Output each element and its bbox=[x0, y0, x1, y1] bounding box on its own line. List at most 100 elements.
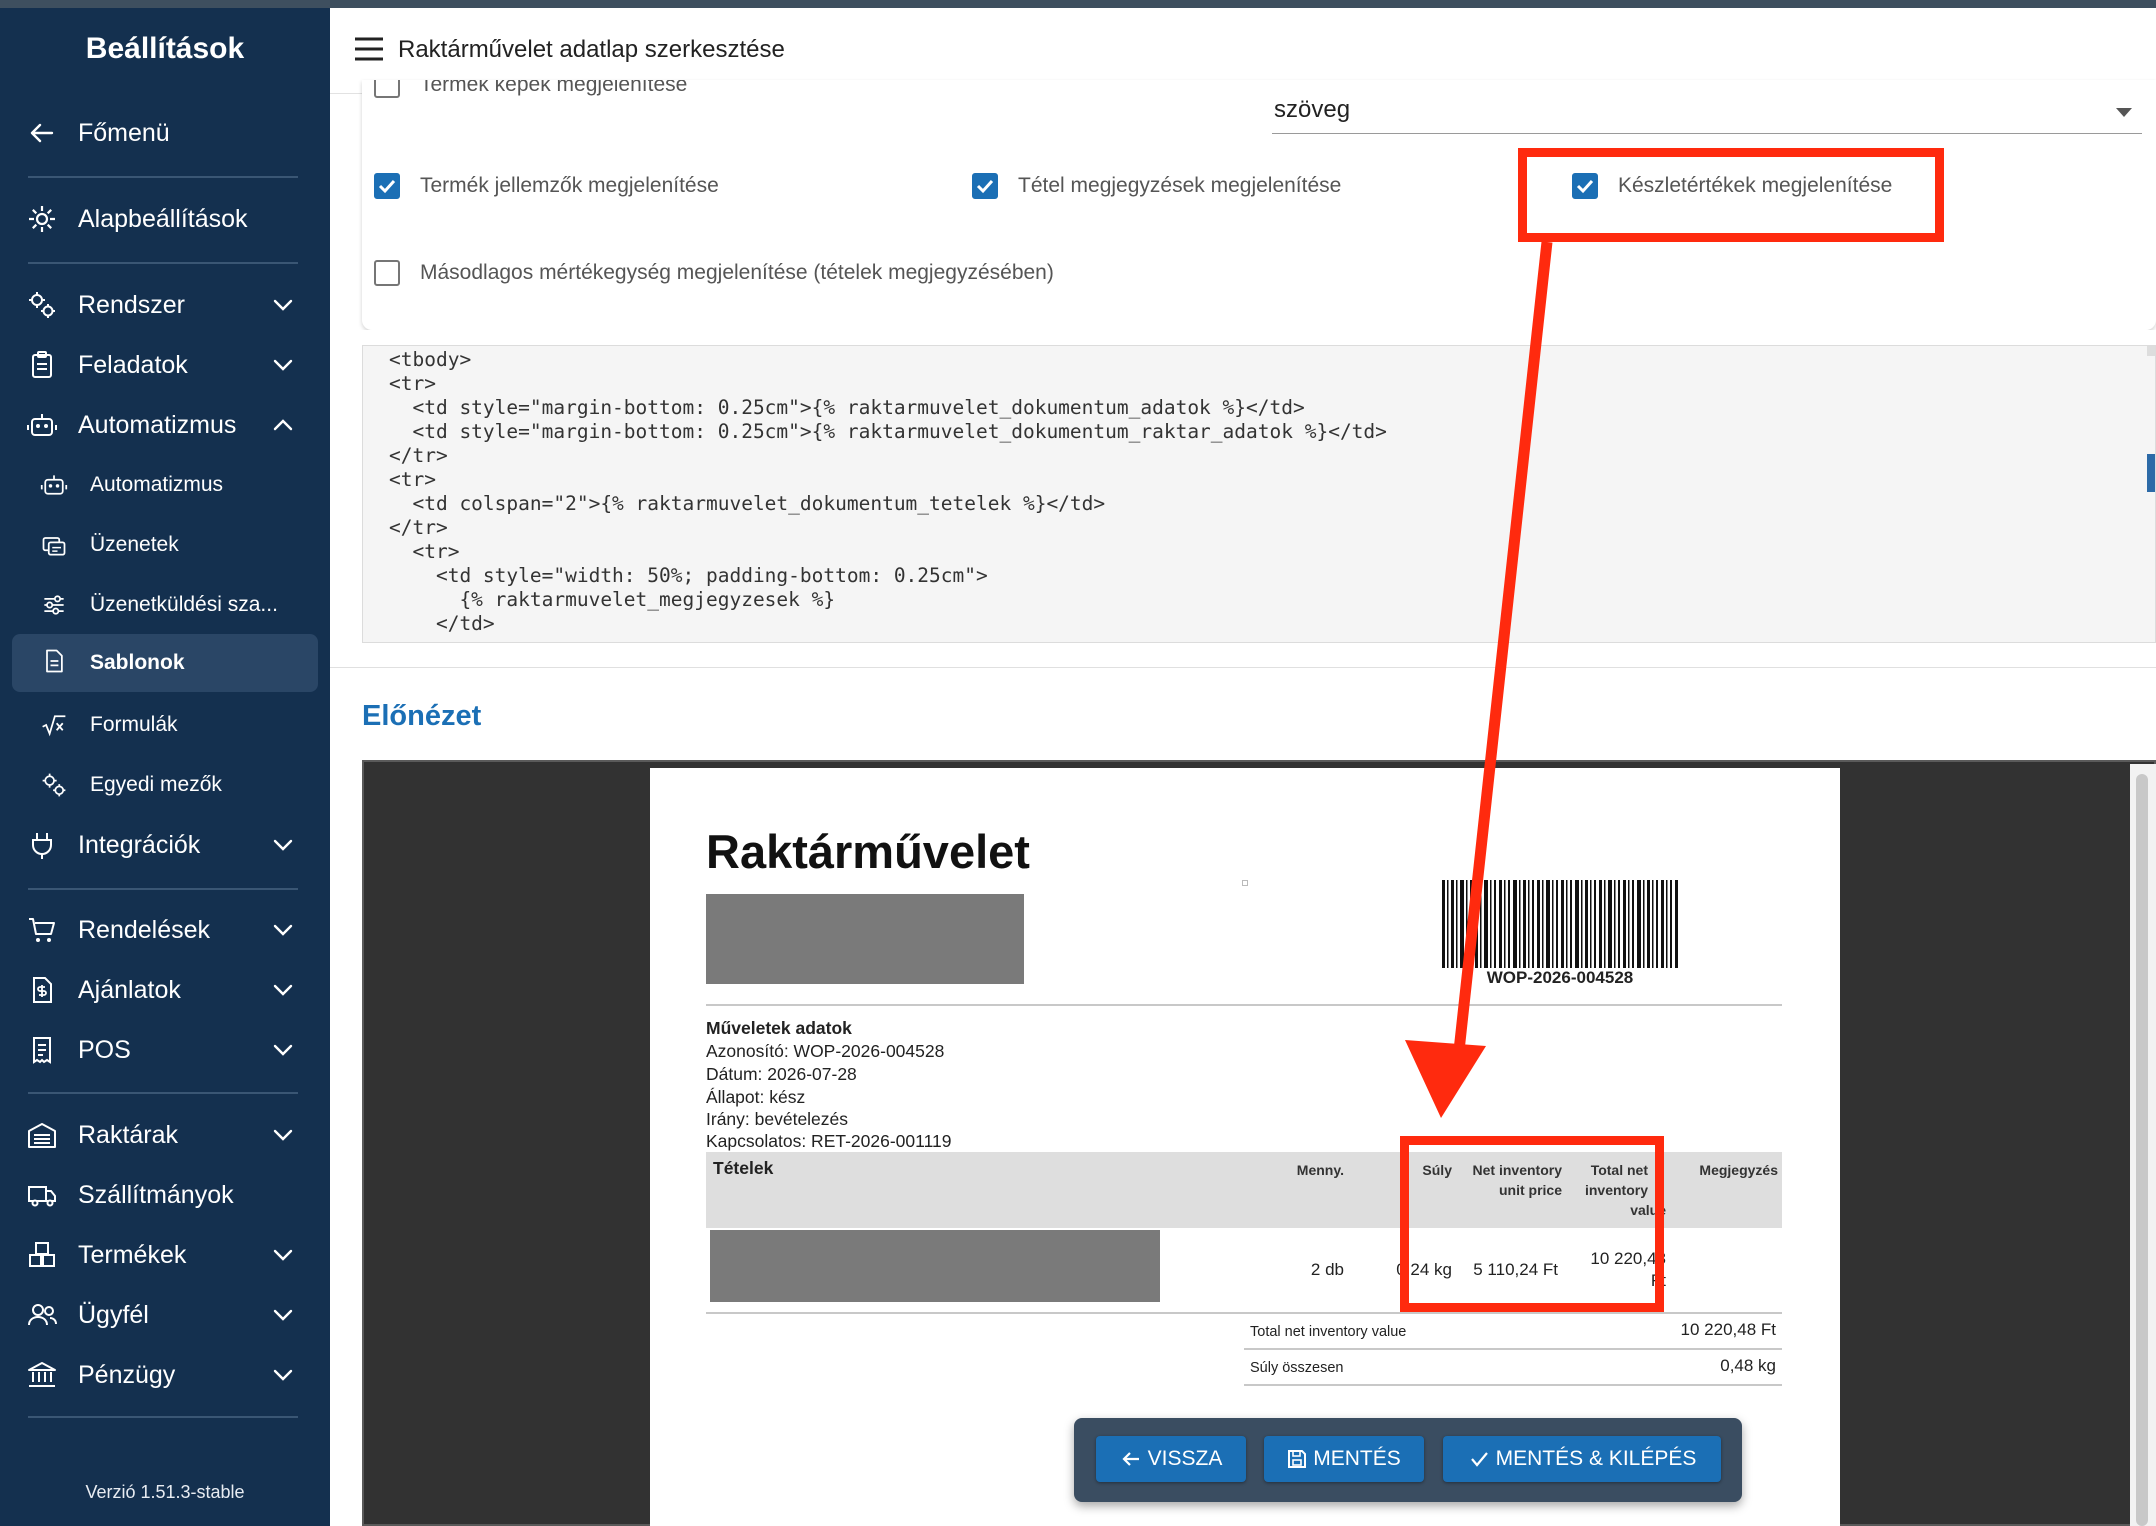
chevron-down-icon bbox=[273, 299, 293, 311]
truck-icon bbox=[28, 1186, 56, 1207]
gears-icon bbox=[29, 292, 55, 318]
scrollbar-thumb[interactable] bbox=[2136, 774, 2148, 1526]
info-line: Azonosító: WOP-2026-004528 bbox=[706, 1041, 945, 1061]
sidebar-item-fomenu[interactable]: Főmenü bbox=[0, 106, 330, 160]
sidebar-divider bbox=[28, 1092, 298, 1094]
sidebar-item-ajanlatok[interactable]: Ajánlatok bbox=[0, 963, 330, 1017]
preview-title: Előnézet bbox=[362, 700, 482, 732]
barcode-image bbox=[1442, 880, 1678, 968]
checkbox-box[interactable] bbox=[972, 173, 998, 199]
save-button[interactable]: MENTÉS bbox=[1264, 1436, 1424, 1482]
sidebar-subitem-uzenetkuldesi[interactable]: Üzenetküldési sza... bbox=[0, 578, 330, 632]
divider bbox=[1244, 1384, 1782, 1386]
checkbox-tetel-megjegyzesek[interactable]: Tétel megjegyzések megjelenítése bbox=[972, 173, 1341, 199]
divider bbox=[706, 1004, 1782, 1006]
arrow-left-icon bbox=[1122, 1452, 1139, 1466]
sidebar-item-label: Integrációk bbox=[78, 830, 201, 859]
robot-icon bbox=[40, 475, 68, 495]
checkbox-termek-kepek[interactable]: Termék képek megjelenítése bbox=[374, 80, 687, 98]
checkmark-icon bbox=[976, 179, 994, 194]
page-title: Raktárművelet adatlap szerkesztése bbox=[398, 36, 785, 63]
sidebar-item-termekek[interactable]: Termékek bbox=[0, 1228, 330, 1282]
divider bbox=[706, 1312, 1782, 1314]
warehouse-icon bbox=[28, 1123, 56, 1148]
template-code-editor[interactable]: <tbody> <tr> <td style="margin-bottom: 0… bbox=[362, 345, 2156, 643]
table-title: Tételek bbox=[713, 1158, 774, 1178]
summary-value: 10 220,48 Ft bbox=[1680, 1320, 1776, 1339]
sidebar-divider bbox=[28, 888, 298, 890]
robot-icon bbox=[27, 414, 57, 436]
checkbox-label: Termék képek megjelenítése bbox=[420, 80, 688, 96]
sidebar-subitem-formulak[interactable]: Formulák bbox=[0, 698, 330, 752]
sidebar-item-pos[interactable]: POS bbox=[0, 1023, 330, 1077]
sidebar-item-rendszer[interactable]: Rendszer bbox=[0, 278, 330, 332]
sidebar-subitem-automatizmus[interactable]: Automatizmus bbox=[0, 458, 330, 512]
code-text: <tbody> <tr> <td style="margin-bottom: 0… bbox=[389, 348, 1387, 635]
checkbox-box[interactable] bbox=[374, 80, 400, 98]
sidebar: Beállítások Főmenü Alapbeállítások Rends… bbox=[0, 8, 330, 1526]
sidebar-item-label: Főmenü bbox=[78, 118, 170, 147]
checkbox-box[interactable] bbox=[374, 260, 400, 286]
sidebar-item-label: Sablonok bbox=[90, 651, 185, 674]
sidebar-item-label: Automatizmus bbox=[78, 410, 237, 439]
sidebar-item-raktarak[interactable]: Raktárak bbox=[0, 1108, 330, 1162]
sidebar-item-automatizmus[interactable]: Automatizmus bbox=[0, 398, 330, 452]
sqrt-icon bbox=[42, 715, 66, 737]
gears-icon bbox=[42, 773, 66, 797]
sidebar-item-ugyfel[interactable]: Ügyfél bbox=[0, 1288, 330, 1342]
window-top-border bbox=[0, 0, 2156, 8]
sidebar-item-label: Ügyfél bbox=[78, 1300, 149, 1329]
sidebar-item-szallitmanyok[interactable]: Szállítmányok bbox=[0, 1168, 330, 1222]
sidebar-subitem-egyedi-mezok[interactable]: Egyedi mezők bbox=[0, 758, 330, 812]
version-label: Verzió 1.51.3-stable bbox=[85, 1482, 245, 1502]
checkmark-icon bbox=[1470, 1452, 1488, 1467]
floppy-icon bbox=[1288, 1450, 1307, 1468]
sidebar-item-label: Termékek bbox=[78, 1240, 187, 1269]
checkbox-masodlagos-mertekegyseg[interactable]: Másodlagos mértékegység megjelenítése (t… bbox=[374, 260, 1054, 286]
placeholder-marker bbox=[1242, 880, 1248, 886]
hamburger-menu-icon[interactable] bbox=[352, 32, 386, 66]
sidebar-subitem-sablonok[interactable]: Sablonok bbox=[12, 634, 318, 692]
viewer-scrollbar[interactable] bbox=[2130, 764, 2156, 1526]
arrow-left-icon bbox=[30, 123, 54, 143]
sidebar-item-feladatok[interactable]: Feladatok bbox=[0, 338, 330, 392]
chevron-down-icon bbox=[273, 1369, 293, 1381]
sidebar-item-integraciok[interactable]: Integrációk bbox=[0, 818, 330, 872]
checkbox-label: Másodlagos mértékegység megjelenítése (t… bbox=[420, 261, 1054, 284]
checkmark-icon bbox=[378, 179, 396, 194]
checkbox-termek-jellemzok[interactable]: Termék jellemzők megjelenítése bbox=[374, 173, 719, 199]
sidebar-item-label: POS bbox=[78, 1035, 131, 1064]
clipboard-icon bbox=[32, 351, 52, 378]
save-exit-label: MENTÉS & KILÉPÉS bbox=[1495, 1447, 1697, 1470]
divider bbox=[1244, 1348, 1782, 1350]
save-and-exit-button[interactable]: MENTÉS & KILÉPÉS bbox=[1443, 1436, 1721, 1482]
barcode-number: WOP-2026-004528 bbox=[1486, 968, 1634, 987]
sidebar-title: Beállítások bbox=[85, 32, 245, 65]
cell-qty: 2 db bbox=[1310, 1260, 1344, 1279]
chevron-down-icon bbox=[273, 1129, 293, 1141]
bank-icon bbox=[28, 1362, 56, 1387]
sidebar-item-label: Formulák bbox=[90, 713, 178, 736]
sidebar-divider bbox=[28, 176, 298, 178]
sidebar-item-label: Üzenetek bbox=[90, 533, 179, 556]
info-line: Dátum: 2026-07-28 bbox=[706, 1064, 857, 1084]
sidebar-subitem-uzenetek[interactable]: Üzenetek bbox=[0, 518, 330, 572]
code-scrollbar-top[interactable] bbox=[2147, 346, 2155, 356]
section-title: Műveletek adatok bbox=[706, 1018, 852, 1038]
select-value: szöveg bbox=[1274, 96, 1351, 123]
chevron-down-icon bbox=[273, 924, 293, 936]
users-icon bbox=[28, 1304, 57, 1326]
action-bar: VISSZA MENTÉS MENTÉS & KILÉPÉS bbox=[1074, 1418, 1742, 1502]
code-scrollbar-marker[interactable] bbox=[2147, 454, 2155, 492]
sidebar-item-rendelesek[interactable]: Rendelések bbox=[0, 903, 330, 957]
annotation-highlight-columns bbox=[1400, 1136, 1664, 1312]
sidebar-item-label: Rendelések bbox=[78, 915, 211, 944]
back-label: VISSZA bbox=[1147, 1447, 1223, 1470]
chevron-down-icon bbox=[273, 984, 293, 996]
back-button[interactable]: VISSZA bbox=[1096, 1436, 1246, 1482]
receipt-icon bbox=[33, 1037, 51, 1064]
sidebar-item-penzugy[interactable]: Pénzügy bbox=[0, 1348, 330, 1402]
sidebar-item-alapbeallitasok[interactable]: Alapbeállítások bbox=[0, 192, 330, 246]
display-mode-select[interactable]: szöveg bbox=[1272, 90, 2142, 134]
checkbox-box[interactable] bbox=[374, 173, 400, 199]
